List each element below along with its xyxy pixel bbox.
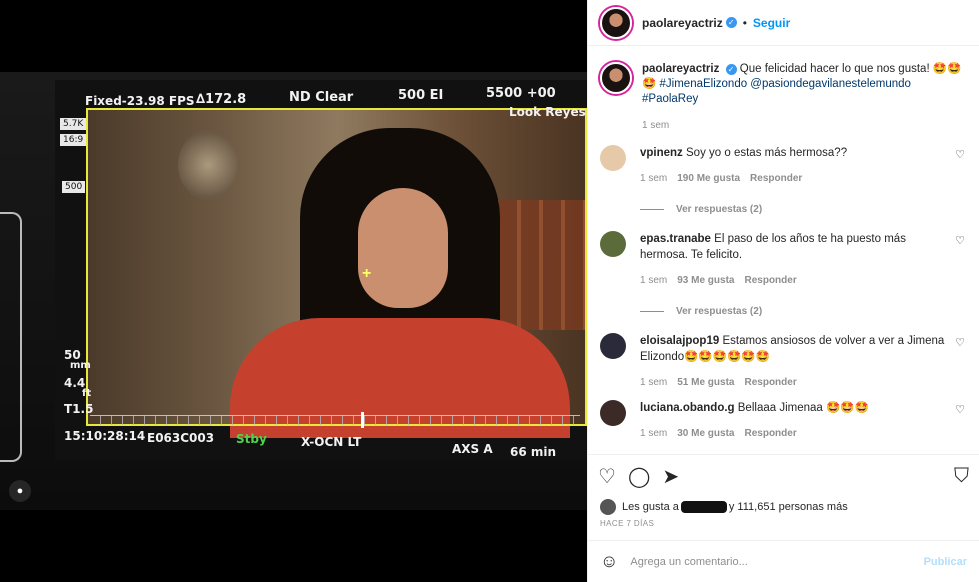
comment-username[interactable]: eloisalajpop19 [640, 335, 719, 347]
hud-resolution: 5.7K [60, 118, 87, 130]
emoji-icon[interactable]: ☺ [600, 551, 618, 572]
post-modal: + Fixed-23.98 FPS ∆172.8 ND Clear 500 EI… [0, 0, 979, 582]
comment-avatar[interactable] [600, 333, 626, 359]
caption-time: 1 sem [642, 120, 670, 131]
reply-button[interactable]: Responder [744, 275, 796, 286]
scrub-knob [361, 412, 364, 428]
like-comment-icon[interactable]: ♡ [955, 336, 965, 349]
hud-iso-chip: 500 [62, 181, 86, 193]
comment-time: 1 sem [640, 275, 668, 286]
post-media[interactable]: + Fixed-23.98 FPS ∆172.8 ND Clear 500 EI… [0, 0, 587, 582]
publish-button[interactable]: Publicar [924, 556, 967, 568]
view-replies[interactable]: Ver respuestas (2) [640, 204, 967, 215]
hud-stop: T1.5 [64, 402, 94, 416]
comment-avatar[interactable] [600, 400, 626, 426]
like-comment-icon[interactable]: ♡ [955, 148, 965, 161]
likes-summary[interactable]: Les gusta a y 111,651 personas más [588, 498, 979, 516]
hud-focus-unit: ft [82, 388, 92, 399]
hud-wb: 5500 +00 [486, 86, 556, 101]
center-crosshair: + [362, 265, 372, 282]
comment-time: 1 sem [640, 428, 668, 439]
like-comment-icon[interactable]: ♡ [955, 234, 965, 247]
replies-line [640, 209, 664, 210]
reply-button[interactable]: Responder [744, 428, 796, 439]
comment-likes[interactable]: 93 Me gusta [677, 275, 734, 286]
caption-verified-icon: ✓ [725, 64, 737, 75]
hud-nd: ND Clear [289, 90, 354, 105]
liker-avatar [600, 499, 616, 515]
redacted-username [680, 501, 727, 513]
scrub-bar [90, 415, 580, 425]
follow-button[interactable]: Seguir [753, 16, 790, 30]
hud-shutter: ∆172.8 [196, 92, 247, 107]
comment-username[interactable]: vpinenz [640, 147, 683, 159]
comment-item: eloisalajpop19 Estamos ansiosos de volve… [600, 333, 967, 388]
post-caption: paolareyactriz ✓ Que felicidad hacer lo … [600, 62, 967, 131]
author-username[interactable]: paolareyactriz [642, 16, 723, 30]
like-icon[interactable]: ♡ [598, 464, 616, 489]
hud-look: Look Reyes I [509, 105, 587, 119]
hud-codec: X-OCN LT [301, 435, 362, 449]
view-replies[interactable]: Ver respuestas (2) [640, 306, 967, 317]
action-bar: ♡ ◯ ➤ ⛉ [588, 454, 979, 498]
comment-time: 1 sem [640, 173, 668, 184]
comment-item: vpinenz Soy yo o estas más hermosa?? 1 s… [600, 145, 967, 184]
post-date: HACE 7 DÍAS [600, 519, 655, 528]
add-comment-bar: ☺ Publicar [588, 540, 979, 582]
frame-guide [86, 108, 587, 426]
view-replies-label[interactable]: Ver respuestas (2) [676, 204, 762, 215]
comment-likes[interactable]: 51 Me gusta [677, 377, 734, 388]
caption-text: paolareyactriz ✓ Que felicidad hacer lo … [642, 62, 967, 107]
reply-button[interactable]: Responder [744, 377, 796, 388]
reply-button[interactable]: Responder [750, 173, 802, 184]
comment-time: 1 sem [640, 377, 668, 388]
tagged-user-icon[interactable]: ● [9, 480, 31, 502]
caption-username[interactable]: paolareyactriz [642, 63, 719, 75]
comment-icon[interactable]: ◯ [628, 464, 650, 489]
comment-input[interactable] [630, 555, 924, 568]
replies-line [640, 311, 664, 312]
hud-timecode: 15:10:28:14 [64, 429, 146, 443]
share-icon[interactable]: ➤ [662, 464, 679, 489]
comments-list[interactable]: paolareyactriz ✓ Que felicidad hacer lo … [588, 46, 979, 454]
save-icon[interactable]: ⛉ [954, 465, 969, 488]
likes-prefix: Les gusta a [622, 501, 679, 513]
caption-avatar[interactable] [600, 62, 632, 94]
separator-dot: • [742, 15, 747, 30]
hud-aspect: 16:9 [60, 134, 87, 146]
comment-likes[interactable]: 30 Me gusta [677, 428, 734, 439]
like-comment-icon[interactable]: ♡ [955, 403, 965, 416]
comment-item: epas.tranabe El paso de los años te ha p… [600, 231, 967, 286]
hud-clip: E063C003 [147, 431, 215, 445]
comment-text: Soy yo o estas más hermosa?? [686, 147, 848, 159]
comment-likes[interactable]: 190 Me gusta [677, 173, 740, 184]
comment-username[interactable]: luciana.obando.g [640, 402, 735, 414]
comment-text: Bellaaa Jimenaa 🤩🤩🤩 [737, 402, 869, 414]
comment-avatar[interactable] [600, 231, 626, 257]
post-sidebar: paolareyactriz ✓ • Seguir paolareyactriz… [587, 0, 979, 582]
view-replies-label[interactable]: Ver respuestas (2) [676, 306, 762, 317]
hud-media: AXS A [452, 442, 493, 456]
hud-remaining: 66 min [510, 445, 557, 459]
likes-suffix[interactable]: y 111,651 personas más [729, 501, 848, 513]
hud-fps: Fixed-23.98 FPS [85, 94, 195, 108]
monitor-bezel [0, 212, 22, 462]
hud-ei: 500 EI [398, 88, 444, 103]
author-avatar[interactable] [600, 6, 632, 39]
comment-username[interactable]: epas.tranabe [640, 233, 711, 245]
comment-avatar[interactable] [600, 145, 626, 171]
hud-lens-unit: mm [70, 360, 91, 371]
comment-item: luciana.obando.g Bellaaa Jimenaa 🤩🤩🤩 1 s… [600, 400, 967, 439]
caption-tags[interactable]: #JimenaElizondo @pasiondegavilanestelemu… [642, 78, 911, 105]
hud-status: Stby [236, 432, 267, 446]
post-header: paolareyactriz ✓ • Seguir [588, 0, 979, 46]
verified-icon: ✓ [725, 17, 737, 28]
